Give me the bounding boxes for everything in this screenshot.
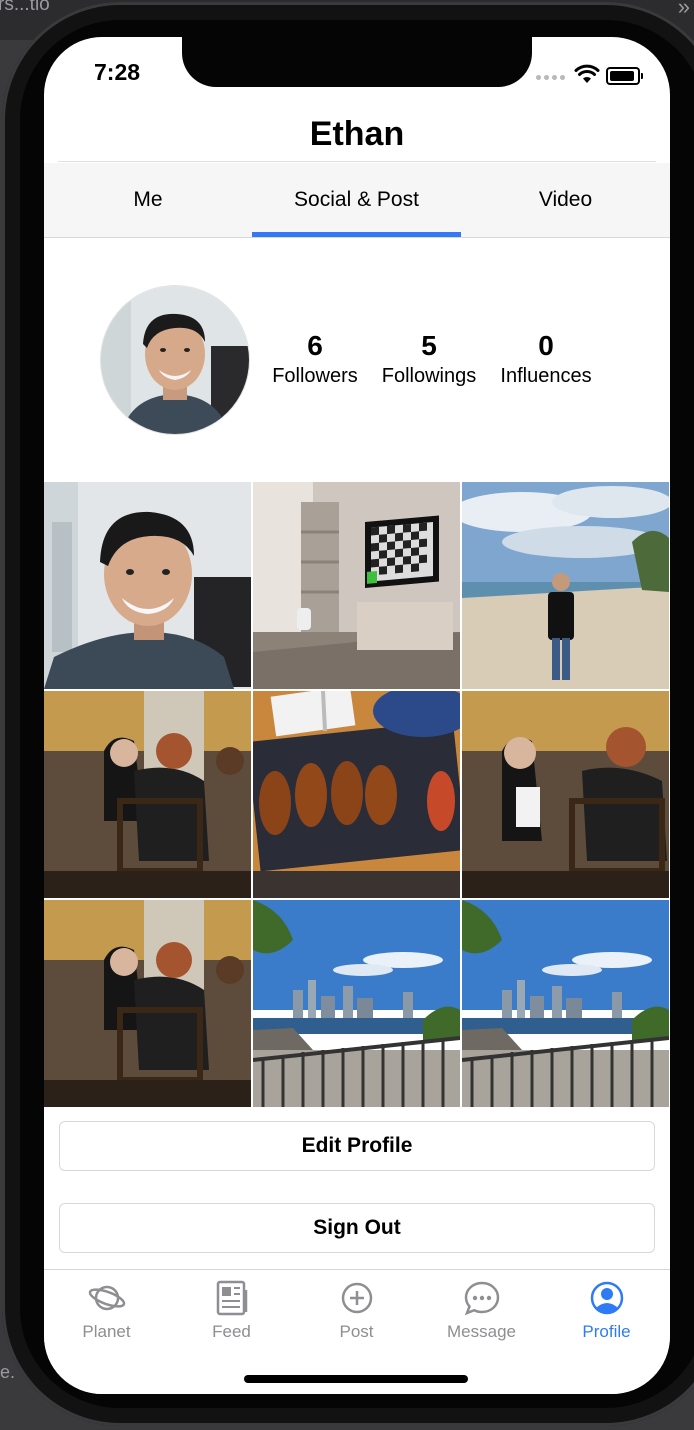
photo-skyline[interactable] (253, 900, 460, 1107)
photo-room[interactable] (253, 482, 460, 689)
status-indicators (536, 63, 646, 87)
sign-out-button[interactable]: Sign Out (59, 1203, 655, 1253)
photo-cafe[interactable] (44, 691, 251, 898)
tab-bar-label: Profile (582, 1322, 631, 1341)
tab-bar-label: Post (339, 1322, 374, 1341)
photo-beach[interactable] (462, 482, 669, 689)
feed-icon (216, 1280, 248, 1316)
background-tab-text: rs...tio (0, 0, 50, 15)
background-side-text: e. (0, 1362, 16, 1382)
photo-skyline-2[interactable] (462, 900, 669, 1107)
tab-me[interactable]: Me (44, 163, 252, 237)
planet-icon (88, 1285, 126, 1311)
tab-bar-label: Planet (82, 1322, 131, 1341)
tab-bar-post[interactable]: Post (294, 1278, 419, 1348)
followings-count: 5 (421, 330, 437, 361)
edit-profile-button[interactable]: Edit Profile (59, 1121, 655, 1171)
tab-bar-feed[interactable]: Feed (169, 1278, 294, 1348)
photo-food[interactable] (253, 691, 460, 898)
plus-circle-icon (341, 1282, 373, 1314)
avatar[interactable] (100, 285, 250, 435)
followings-label: Followings (381, 365, 477, 387)
wifi-icon (574, 64, 600, 83)
page-title: Ethan (309, 115, 405, 153)
tab-video[interactable]: Video (461, 163, 670, 237)
notch (182, 37, 532, 87)
influences-label: Influences (500, 365, 592, 387)
photo-cafe-2[interactable] (462, 691, 669, 898)
segmented-tabs: Me Social & Post Video (44, 163, 670, 238)
stat-followings[interactable]: 5 Followings (374, 329, 484, 389)
cellular-icon (536, 75, 565, 80)
tab-bar-profile[interactable]: Profile (544, 1278, 669, 1348)
bottom-tab-bar: Planet Feed Post Message Profile (44, 1269, 670, 1394)
profile-icon (590, 1281, 624, 1315)
tab-social-post[interactable]: Social & Post (252, 163, 461, 237)
home-indicator[interactable] (244, 1375, 468, 1383)
battery-icon (606, 67, 643, 85)
tab-selected-indicator (252, 232, 461, 237)
followers-count: 6 (307, 330, 323, 361)
phone-screen: 7:28 Ethan Me Social & Post Video 6 Foll… (44, 37, 670, 1394)
message-icon (464, 1281, 500, 1316)
stat-followers[interactable]: 6 Followers (266, 329, 364, 389)
background-chevron: » (677, 0, 690, 19)
photo-selfie[interactable] (44, 482, 251, 689)
nav-divider (58, 161, 656, 162)
influences-count: 0 (538, 330, 554, 361)
tab-bar-label: Message (447, 1322, 516, 1341)
tab-bar-message[interactable]: Message (419, 1278, 544, 1348)
tab-bar-label: Feed (212, 1322, 251, 1341)
followers-label: Followers (272, 365, 358, 387)
photo-cafe-3[interactable] (44, 900, 251, 1107)
photo-grid (44, 482, 670, 1107)
tab-bar-planet[interactable]: Planet (44, 1278, 169, 1348)
stat-influences[interactable]: 0 Influences (492, 329, 600, 389)
status-time: 7:28 (94, 59, 141, 85)
